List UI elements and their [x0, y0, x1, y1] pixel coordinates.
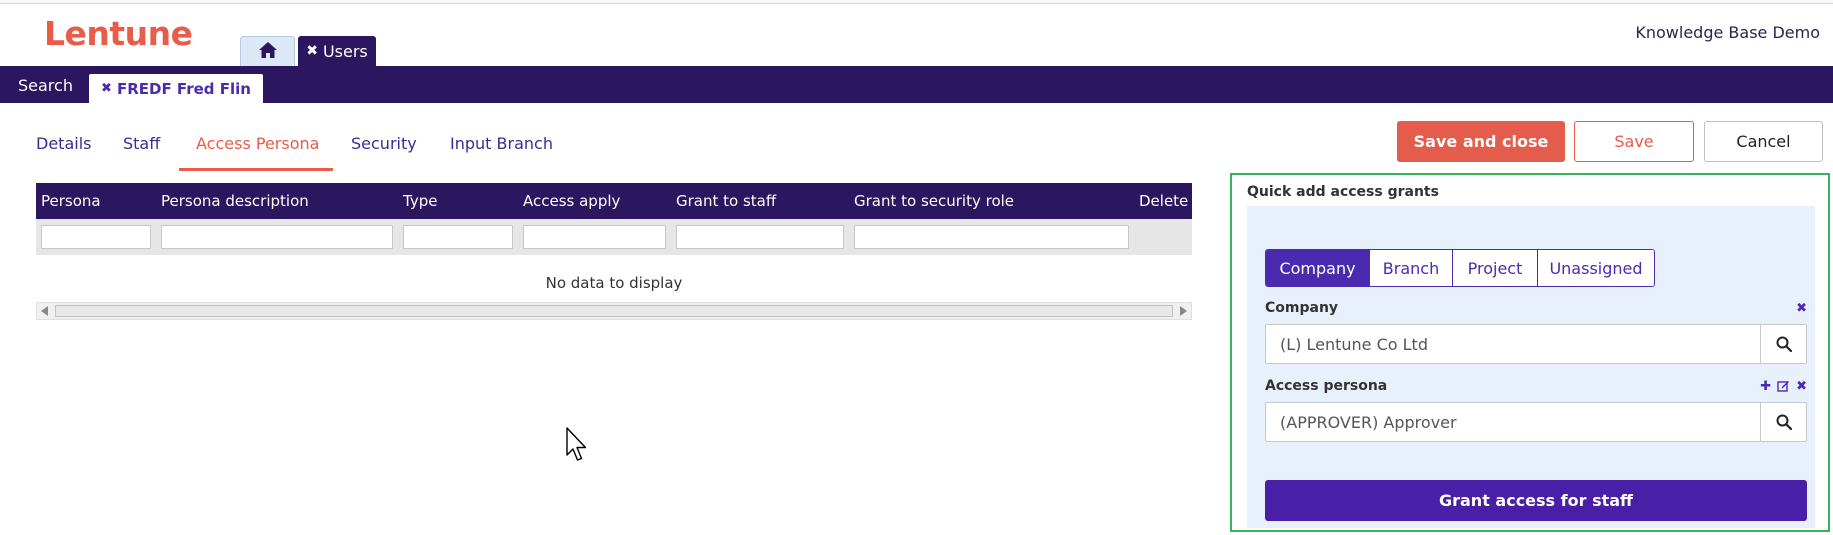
col-delete[interactable]: Delete [1139, 192, 1188, 210]
edit-icon[interactable] [1777, 379, 1790, 396]
tab-input-branch[interactable]: Input Branch [450, 134, 553, 153]
persona-field-actions: ✚ ✖ [1760, 379, 1807, 396]
tab-details[interactable]: Details [36, 134, 91, 153]
company-label: Company [1265, 300, 1339, 316]
access-persona-value: (APPROVER) Approver [1280, 413, 1457, 432]
company-field-actions: ✖ [1796, 301, 1807, 316]
search-tab[interactable]: Search [18, 76, 73, 95]
col-persona[interactable]: Persona [41, 192, 101, 210]
record-tab-label: FREDF Fred Flin [116, 79, 251, 98]
record-tab[interactable]: ✖ FREDF Fred Flin [89, 74, 263, 103]
scope-unassigned[interactable]: Unassigned [1538, 250, 1654, 286]
scope-project[interactable]: Project [1453, 250, 1538, 286]
close-icon[interactable]: ✖ [306, 43, 318, 59]
tab-access-persona[interactable]: Access Persona [196, 134, 319, 153]
col-persona-description[interactable]: Persona description [161, 192, 309, 210]
cancel-button[interactable]: Cancel [1704, 121, 1823, 162]
company-lookup[interactable]: (L) Lentune Co Ltd [1265, 324, 1807, 364]
scope-branch[interactable]: Branch [1370, 250, 1453, 286]
scope-segmented-control: Company Branch Project Unassigned [1265, 249, 1655, 287]
add-icon[interactable]: ✚ [1760, 379, 1771, 396]
scroll-right-icon[interactable] [1180, 306, 1187, 316]
col-grant-to-staff[interactable]: Grant to staff [676, 192, 776, 210]
access-persona-lookup[interactable]: (APPROVER) Approver [1265, 402, 1807, 442]
save-and-close-button[interactable]: Save and close [1397, 121, 1565, 162]
mouse-cursor-icon [566, 427, 590, 467]
workspace-title[interactable]: Knowledge Base Demo [1635, 23, 1820, 42]
grid-horizontal-scrollbar[interactable] [36, 302, 1192, 320]
grid-empty-message: No data to display [545, 274, 683, 292]
col-grant-to-security-role[interactable]: Grant to security role [854, 192, 1014, 210]
filter-access-apply[interactable] [523, 225, 666, 249]
access-persona-label: Access persona [1265, 378, 1388, 394]
users-tab[interactable]: ✖ Users [298, 36, 376, 66]
tab-security[interactable]: Security [351, 134, 417, 153]
col-type[interactable]: Type [403, 192, 437, 210]
grid-filter-row [36, 219, 1192, 255]
record-navbar: Search ✖ FREDF Fred Flin [0, 66, 1833, 103]
scrollbar-thumb[interactable] [55, 305, 1173, 317]
col-access-apply[interactable]: Access apply [523, 192, 620, 210]
close-icon[interactable]: ✖ [101, 81, 112, 96]
top-border [0, 0, 1833, 4]
clear-icon[interactable]: ✖ [1796, 301, 1807, 316]
scope-company[interactable]: Company [1266, 250, 1370, 286]
quick-add-title: Quick add access grants [1247, 184, 1439, 200]
quick-add-body: Company Branch Project Unassigned Compan… [1247, 206, 1815, 528]
company-value: (L) Lentune Co Ltd [1280, 335, 1428, 354]
filter-grant-to-security-role[interactable] [854, 225, 1129, 249]
filter-type[interactable] [403, 225, 513, 249]
filter-grant-to-staff[interactable] [676, 225, 844, 249]
search-icon[interactable] [1760, 403, 1806, 441]
home-tab[interactable] [240, 36, 295, 66]
filter-persona[interactable] [41, 225, 151, 249]
home-icon [258, 41, 278, 63]
lentune-logo[interactable]: Lentune [44, 14, 193, 53]
clear-icon[interactable]: ✖ [1796, 379, 1807, 396]
save-button[interactable]: Save [1574, 121, 1694, 162]
users-tab-label: Users [322, 41, 368, 61]
scroll-left-icon[interactable] [41, 306, 48, 316]
filter-persona-description[interactable] [161, 225, 393, 249]
search-icon[interactable] [1760, 325, 1806, 363]
grid-header: Persona Persona description Type Access … [36, 183, 1192, 219]
tab-staff[interactable]: Staff [123, 134, 160, 153]
grant-access-button[interactable]: Grant access for staff [1265, 480, 1807, 521]
active-tab-indicator [179, 168, 333, 171]
quick-add-panel: Quick add access grants Company Branch P… [1230, 173, 1830, 532]
